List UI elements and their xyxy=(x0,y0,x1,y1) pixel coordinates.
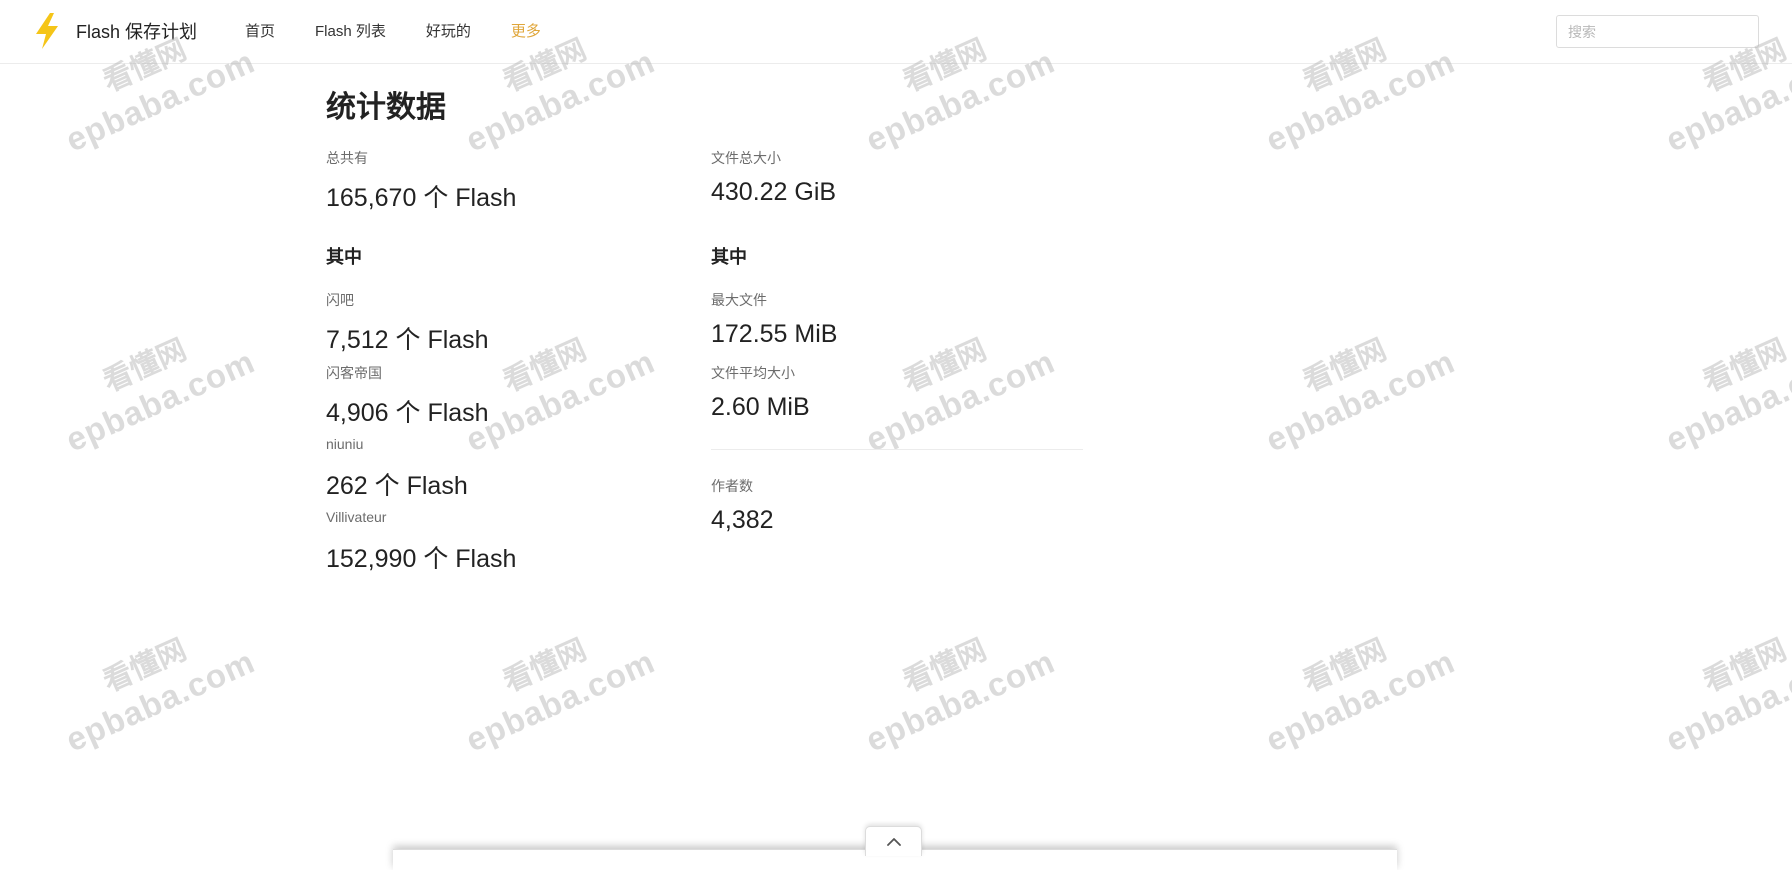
author-count-label: 作者数 xyxy=(711,478,753,494)
watermark: 看懂网 epbaba.com xyxy=(1642,307,1792,493)
watermark: 看懂网 epbaba.com xyxy=(1242,607,1479,793)
section-divider xyxy=(711,449,1083,450)
brand-title: Flash 保存计划 xyxy=(76,22,198,42)
source-label-villivateur: Villivateur xyxy=(326,509,387,525)
watermark-en-text: epbaba.com xyxy=(1660,642,1792,759)
source-value-flashempire: 4,906 个 Flash xyxy=(326,399,489,427)
watermark-cn-text: 看懂网 xyxy=(898,633,992,699)
watermark-en-text: epbaba.com xyxy=(1260,642,1461,759)
total-size-label: 文件总大小 xyxy=(711,150,781,166)
source-value-villivateur: 152,990 个 Flash xyxy=(326,545,517,573)
average-size-label: 文件平均大小 xyxy=(711,365,795,381)
watermark: 看懂网 epbaba.com xyxy=(442,607,679,793)
drawer-toggle-button[interactable] xyxy=(865,826,922,856)
watermark-en-text: epbaba.com xyxy=(1660,342,1792,459)
watermark-en-text: epbaba.com xyxy=(60,342,261,459)
watermark-en-text: epbaba.com xyxy=(460,642,661,759)
chevron-up-icon xyxy=(886,837,901,846)
source-value-shanba: 7,512 个 Flash xyxy=(326,326,489,354)
nav-home[interactable]: 首页 xyxy=(245,20,275,41)
watermark: 看懂网 epbaba.com xyxy=(842,607,1079,793)
watermark-en-text: epbaba.com xyxy=(860,642,1061,759)
watermark: 看懂网 epbaba.com xyxy=(42,307,279,493)
watermark-cn-text: 看懂网 xyxy=(1698,333,1792,399)
main-nav: 首页 Flash 列表 好玩的 更多 xyxy=(245,20,581,41)
nav-flash-list[interactable]: Flash 列表 xyxy=(315,20,386,41)
source-label-flashempire: 闪客帝国 xyxy=(326,365,382,381)
watermark-cn-text: 看懂网 xyxy=(1298,333,1392,399)
largest-file-value: 172.55 MiB xyxy=(711,320,838,348)
source-label-shanba: 闪吧 xyxy=(326,292,354,308)
watermark: 看懂网 epbaba.com xyxy=(1242,307,1479,493)
size-breakdown-heading: 其中 xyxy=(711,247,747,267)
total-count-label: 总共有 xyxy=(326,150,368,166)
lightning-bolt-icon xyxy=(36,13,58,49)
watermark-cn-text: 看懂网 xyxy=(1298,633,1392,699)
nav-fun[interactable]: 好玩的 xyxy=(426,20,471,41)
watermark: 看懂网 epbaba.com xyxy=(42,607,279,793)
total-size-value: 430.22 GiB xyxy=(711,178,837,206)
total-count-value: 165,670 个 Flash xyxy=(326,184,517,212)
source-value-niuniu: 262 个 Flash xyxy=(326,472,468,500)
author-count-value: 4,382 xyxy=(711,506,774,534)
watermark-cn-text: 看懂网 xyxy=(98,633,192,699)
top-navbar: Flash 保存计划 首页 Flash 列表 好玩的 更多 xyxy=(0,0,1792,64)
watermark-cn-text: 看懂网 xyxy=(498,633,592,699)
watermark-cn-text: 看懂网 xyxy=(898,333,992,399)
watermark-cn-text: 看懂网 xyxy=(98,333,192,399)
page-title: 统计数据 xyxy=(326,91,446,124)
watermark: 看懂网 epbaba.com xyxy=(842,307,1079,493)
watermark-cn-text: 看懂网 xyxy=(1698,633,1792,699)
nav-more[interactable]: 更多 xyxy=(511,20,541,41)
watermark-en-text: epbaba.com xyxy=(1260,342,1461,459)
watermark-en-text: epbaba.com xyxy=(60,642,261,759)
average-size-value: 2.60 MiB xyxy=(711,393,810,421)
brand-link[interactable]: Flash 保存计划 xyxy=(32,12,197,50)
watermark-en-text: epbaba.com xyxy=(860,342,1061,459)
search-input[interactable] xyxy=(1556,15,1759,48)
source-label-niuniu: niuniu xyxy=(326,436,364,452)
largest-file-label: 最大文件 xyxy=(711,292,767,308)
watermark: 看懂网 epbaba.com xyxy=(1642,607,1792,793)
source-breakdown-heading: 其中 xyxy=(326,247,362,267)
